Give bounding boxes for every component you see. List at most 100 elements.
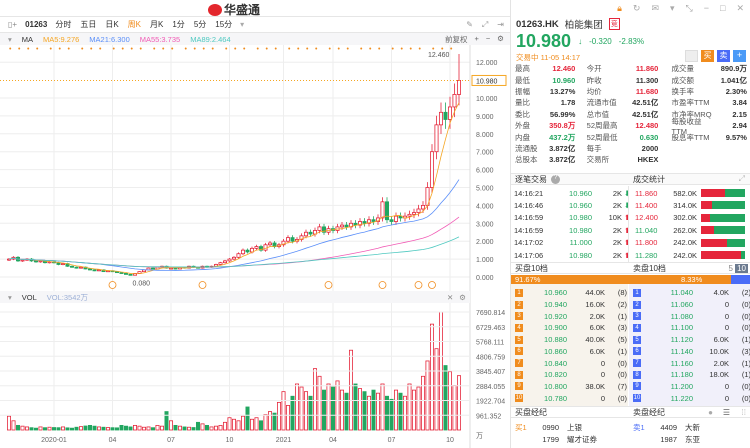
- ask-level-row[interactable]: 3 11.080 0 (0): [629, 310, 750, 322]
- trade-stats-title[interactable]: 成交统计: [633, 174, 665, 185]
- indicator-dropdown-icon[interactable]: ▾: [8, 293, 12, 302]
- bid-level-row[interactable]: 8 10.820 0 (0): [511, 369, 627, 381]
- vol-tick-label: 5768.111: [476, 340, 504, 347]
- level-price: 11.080: [670, 311, 693, 321]
- price-pane[interactable]: [0, 45, 470, 291]
- trading-status: 交易中 11-05 14:17: [516, 53, 581, 62]
- zoom-in-icon[interactable]: +: [474, 34, 478, 45]
- broker-row[interactable]: 买1 0990 上银: [515, 421, 582, 433]
- shrink-icon[interactable]: ⤡: [686, 3, 693, 14]
- bid-level-row[interactable]: 7 10.840 0 (0): [511, 357, 627, 369]
- ask-level-row[interactable]: 10 11.220 0 (0): [629, 392, 750, 404]
- stat-row: 最低 10.960 昨收 11.300 成交额 1.041亿: [515, 74, 747, 85]
- bid-level-row[interactable]: 3 10.920 2.0K (1): [511, 310, 627, 322]
- add-watchlist-button[interactable]: +: [733, 50, 746, 62]
- ask-level-row[interactable]: 7 11.160 2.0K (1): [629, 357, 750, 369]
- broker-row[interactable]: 卖1 4409 大新: [633, 421, 700, 433]
- candle: [443, 111, 448, 120]
- expand-icon[interactable]: ⤢: [739, 174, 745, 184]
- ask-level-row[interactable]: 8 11.180 18.0K (1): [629, 369, 750, 381]
- candle: [285, 237, 290, 242]
- refresh-icon[interactable]: ↻: [633, 3, 641, 14]
- minimize-icon[interactable]: −: [704, 3, 709, 13]
- mail-icon[interactable]: ✉: [651, 3, 659, 14]
- volume-bar: [97, 426, 102, 431]
- bid-level-row[interactable]: 1 10.960 44.0K (8): [511, 287, 627, 299]
- help-icon[interactable]: ?: [551, 174, 560, 184]
- trade-stat-row: 11.860 582.0K 6.53%: [635, 187, 750, 199]
- shirt-icon[interactable]: ▾: [670, 3, 675, 14]
- levels-10-button[interactable]: 10: [735, 263, 748, 273]
- volume-bar: [159, 425, 164, 431]
- sidebar-toggle-icon[interactable]: ▯+: [8, 20, 17, 29]
- close-icon[interactable]: ✕: [736, 3, 744, 14]
- sell-button[interactable]: 卖: [717, 50, 730, 62]
- broker-row[interactable]: 1799 耀才证券: [515, 434, 597, 446]
- fullscreen-icon[interactable]: ⤢: [482, 20, 488, 30]
- vol-tick-label: 1922.704: [476, 399, 505, 406]
- orderbook-header: 买盘10档 卖盘10档 5 10: [511, 262, 750, 274]
- ask-level-row[interactable]: 2 11.060 0 (0): [629, 299, 750, 311]
- vol-indicator-name[interactable]: VOL: [22, 293, 37, 302]
- event-marker-icon[interactable]: [108, 281, 117, 289]
- volume-bar: [173, 424, 178, 431]
- tab-period[interactable]: 五日: [80, 19, 96, 30]
- draw-pen-icon[interactable]: ✎: [466, 20, 473, 30]
- tab-period[interactable]: 5分: [194, 19, 206, 30]
- settings-gear-icon[interactable]: ⚙: [497, 34, 504, 45]
- bid-level-row[interactable]: 9 10.800 38.0K (7): [511, 381, 627, 393]
- broker-row[interactable]: 1987 东亚: [633, 434, 700, 446]
- collapse-panel-icon[interactable]: ⇥: [497, 20, 504, 30]
- tab-period[interactable]: 周K: [128, 19, 141, 30]
- price-tick-label: 9.000: [476, 114, 494, 121]
- candle: [434, 124, 439, 153]
- zoom-out-icon[interactable]: −: [486, 34, 490, 45]
- bid-level-row[interactable]: 2 10.940 16.0K (2): [511, 299, 627, 311]
- lock-quote-icon[interactable]: [685, 50, 698, 62]
- ask-level-row[interactable]: 5 11.120 6.0K (1): [629, 334, 750, 346]
- grid-view-icon[interactable]: ⁞⁞: [742, 408, 746, 417]
- levels-5-button[interactable]: 5: [729, 264, 733, 273]
- event-marker-icon[interactable]: [378, 281, 387, 289]
- buy-sell-ratio-bar: [701, 238, 745, 247]
- adjust-select[interactable]: 前复权: [445, 34, 468, 45]
- lock-icon[interactable]: 🔒︎: [617, 3, 622, 14]
- broker-name: 大新: [685, 422, 700, 432]
- indicator-name[interactable]: MA: [22, 35, 33, 44]
- volume-bar: [150, 427, 155, 431]
- event-marker-icon[interactable]: [324, 281, 333, 289]
- ask-level-row[interactable]: 4 11.100 0 (0): [629, 322, 750, 334]
- candle: [227, 258, 232, 262]
- bid-level-row[interactable]: 4 10.900 6.0K (3): [511, 322, 627, 334]
- ask-level-row[interactable]: 9 11.200 0 (0): [629, 381, 750, 393]
- event-marker-icon[interactable]: [198, 281, 207, 289]
- kline-chart[interactable]: 12.000 10.000 9.000 8.000 7.000 6.000 5.000 4.0…: [0, 45, 510, 448]
- ask-level-row[interactable]: 6 11.140 10.0K (3): [629, 346, 750, 358]
- person-view-icon[interactable]: ●: [708, 408, 713, 417]
- event-marker-icon[interactable]: [414, 281, 423, 289]
- volume-bar: [240, 415, 245, 431]
- maximize-icon[interactable]: □: [720, 3, 725, 13]
- trades-title[interactable]: 逐笔交易: [515, 174, 547, 185]
- ask-title: 卖盘10档: [633, 263, 666, 273]
- close-icon[interactable]: ✕: [447, 293, 453, 302]
- indicator-dropdown-icon[interactable]: ▾: [8, 35, 12, 44]
- tab-period[interactable]: 月K: [150, 19, 163, 30]
- list-view-icon[interactable]: ☰: [723, 408, 730, 417]
- settings-gear-icon[interactable]: ⚙: [459, 293, 466, 302]
- ask-level-row[interactable]: 1 11.040 4.0K (2): [629, 287, 750, 299]
- volume-bar: [312, 368, 317, 431]
- event-marker-icon[interactable]: [428, 281, 436, 289]
- bid-level-row[interactable]: 5 10.880 40.0K (5): [511, 334, 627, 346]
- tab-period[interactable]: 分时: [55, 19, 71, 30]
- broker-id: 1987: [660, 435, 677, 444]
- x-tick-label: 07: [167, 437, 175, 444]
- tab-period[interactable]: 15分: [215, 19, 232, 30]
- buy-button[interactable]: 买: [701, 50, 714, 62]
- level-volume: 0: [600, 370, 605, 380]
- bid-level-row[interactable]: 10 10.780 0 (0): [511, 392, 627, 404]
- bid-level-row[interactable]: 6 10.860 6.0K (1): [511, 346, 627, 358]
- more-periods-chevron-icon[interactable]: ▾: [240, 20, 244, 29]
- tab-period[interactable]: 1分: [172, 19, 184, 30]
- tab-period[interactable]: 日K: [105, 19, 118, 30]
